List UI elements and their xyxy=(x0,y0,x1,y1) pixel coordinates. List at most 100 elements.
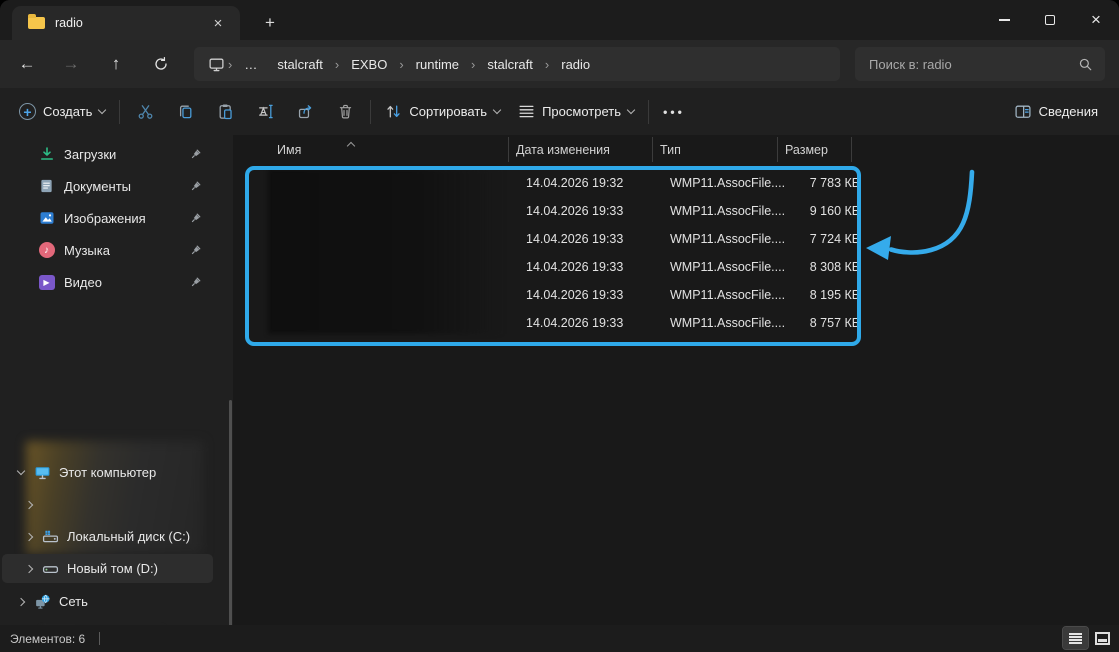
sort-icon xyxy=(385,103,402,120)
breadcrumb-item[interactable]: stalcraft xyxy=(268,53,332,76)
maximize-button[interactable] xyxy=(1027,0,1073,40)
column-header-size[interactable]: Размер xyxy=(777,137,851,162)
file-list-area: Имя Дата изменения Тип Размер 14.04.2026… xyxy=(233,135,1119,625)
up-button[interactable]: ↑ xyxy=(98,46,134,82)
cut-icon xyxy=(137,103,154,120)
sidebar-item-music[interactable]: ♪ Музыка xyxy=(4,235,214,265)
breadcrumb-item[interactable]: runtime xyxy=(407,53,468,76)
folder-icon xyxy=(28,17,45,29)
tree-item-redacted[interactable] xyxy=(2,490,213,519)
chevron-right-icon[interactable] xyxy=(22,566,36,572)
this-pc-icon xyxy=(34,464,51,481)
details-view-toggle[interactable] xyxy=(1063,627,1088,649)
thumbnail-view-toggle[interactable] xyxy=(1090,627,1115,649)
breadcrumb-separator: › xyxy=(470,57,476,72)
network-icon xyxy=(34,593,51,610)
sidebar: Загрузки Документы Изображения ♪ xyxy=(0,135,233,625)
tree-item-drive-c[interactable]: Локальный диск (C:) xyxy=(2,522,213,551)
back-button[interactable]: ← xyxy=(9,46,45,82)
videos-icon: ▶ xyxy=(38,274,55,291)
chevron-down-icon[interactable] xyxy=(14,471,28,474)
column-header-name[interactable]: Имя xyxy=(245,137,508,162)
chevron-right-icon[interactable] xyxy=(14,599,28,605)
chevron-down-icon xyxy=(98,106,106,114)
minimize-icon xyxy=(999,19,1010,20)
documents-icon xyxy=(38,178,55,195)
titlebar: radio × + × xyxy=(0,0,1119,40)
tree-item-network[interactable]: Сеть xyxy=(2,587,213,616)
tab-close-button[interactable]: × xyxy=(206,11,230,35)
items-count: Элементов: 6 xyxy=(10,632,85,646)
file-explorer-window: radio × + × ← → ↑ › … stalcraft › xyxy=(0,0,1119,652)
downloads-icon xyxy=(38,146,55,163)
sidebar-item-label: Документы xyxy=(64,179,131,194)
search-input[interactable] xyxy=(859,57,1078,72)
copy-icon xyxy=(177,103,194,120)
column-label: Имя xyxy=(277,143,301,157)
minimize-button[interactable] xyxy=(981,0,1027,40)
refresh-button[interactable] xyxy=(143,46,179,82)
breadcrumb-item-current[interactable]: radio xyxy=(552,53,599,76)
pin-icon[interactable] xyxy=(189,212,202,225)
refresh-icon xyxy=(153,56,169,72)
breadcrumb-separator: › xyxy=(227,57,233,72)
sidebar-item-documents[interactable]: Документы xyxy=(4,171,214,201)
close-button[interactable]: × xyxy=(1073,0,1119,40)
sidebar-item-label: Загрузки xyxy=(64,147,116,162)
share-button[interactable] xyxy=(285,94,325,130)
tree-item-drive-d[interactable]: Новый том (D:) xyxy=(2,554,213,583)
view-list-icon xyxy=(518,103,535,120)
new-tab-button[interactable]: + xyxy=(258,11,282,35)
column-header-type[interactable]: Тип xyxy=(652,137,777,162)
breadcrumb-overflow[interactable]: … xyxy=(235,53,266,76)
drive-c-icon xyxy=(42,528,59,545)
details-pane-button[interactable]: Сведения xyxy=(1005,94,1107,130)
this-pc-icon xyxy=(208,56,225,73)
sidebar-item-label: Видео xyxy=(64,275,102,290)
details-label: Сведения xyxy=(1039,104,1098,119)
copy-button[interactable] xyxy=(165,94,205,130)
pin-icon[interactable] xyxy=(189,244,202,257)
tree-item-this-pc[interactable]: Этот компьютер xyxy=(2,458,213,487)
address-bar[interactable]: › … stalcraft › EXBO › runtime › stalcra… xyxy=(194,47,840,81)
breadcrumb-item[interactable]: EXBO xyxy=(342,53,396,76)
column-label: Дата изменения xyxy=(516,143,610,157)
status-separator xyxy=(99,632,100,645)
paste-button[interactable] xyxy=(205,94,245,130)
sidebar-item-videos[interactable]: ▶ Видео xyxy=(4,267,214,297)
search-box[interactable] xyxy=(855,47,1105,81)
tree-item-label: Локальный диск (C:) xyxy=(67,529,190,544)
pin-icon[interactable] xyxy=(189,276,202,289)
pin-icon[interactable] xyxy=(189,148,202,161)
breadcrumb-item[interactable]: stalcraft xyxy=(478,53,542,76)
details-view-icon xyxy=(1069,633,1082,644)
delete-button[interactable] xyxy=(325,94,365,130)
music-icon: ♪ xyxy=(38,242,55,259)
create-button[interactable]: + Создать xyxy=(10,94,114,130)
more-options-button[interactable]: ••• xyxy=(654,94,694,130)
sidebar-item-downloads[interactable]: Загрузки xyxy=(4,139,214,169)
ellipsis-icon: ••• xyxy=(663,105,685,119)
cut-button[interactable] xyxy=(125,94,165,130)
view-button[interactable]: Просмотреть xyxy=(509,94,643,130)
column-label: Тип xyxy=(660,143,681,157)
tree-item-label: Этот компьютер xyxy=(59,465,156,480)
rename-button[interactable] xyxy=(245,94,285,130)
sort-button[interactable]: Сортировать xyxy=(376,94,509,130)
rename-icon xyxy=(257,103,274,120)
navigation-bar: ← → ↑ › … stalcraft › EXBO › runtime › s… xyxy=(0,40,1119,88)
column-header-date[interactable]: Дата изменения xyxy=(508,137,652,162)
pin-icon[interactable] xyxy=(189,180,202,193)
view-label: Просмотреть xyxy=(542,104,621,119)
explorer-tab[interactable]: radio × xyxy=(12,6,240,40)
tree-item-label: Новый том (D:) xyxy=(67,561,158,576)
chevron-right-icon[interactable] xyxy=(22,502,36,508)
sidebar-item-pictures[interactable]: Изображения xyxy=(4,203,214,233)
forward-button[interactable]: → xyxy=(53,46,89,82)
chevron-down-icon xyxy=(493,106,501,114)
plus-icon: + xyxy=(19,103,36,120)
search-icon[interactable] xyxy=(1078,57,1093,72)
sidebar-scrollbar[interactable] xyxy=(229,400,232,652)
chevron-right-icon[interactable] xyxy=(22,534,36,540)
drive-d-icon xyxy=(42,560,59,577)
